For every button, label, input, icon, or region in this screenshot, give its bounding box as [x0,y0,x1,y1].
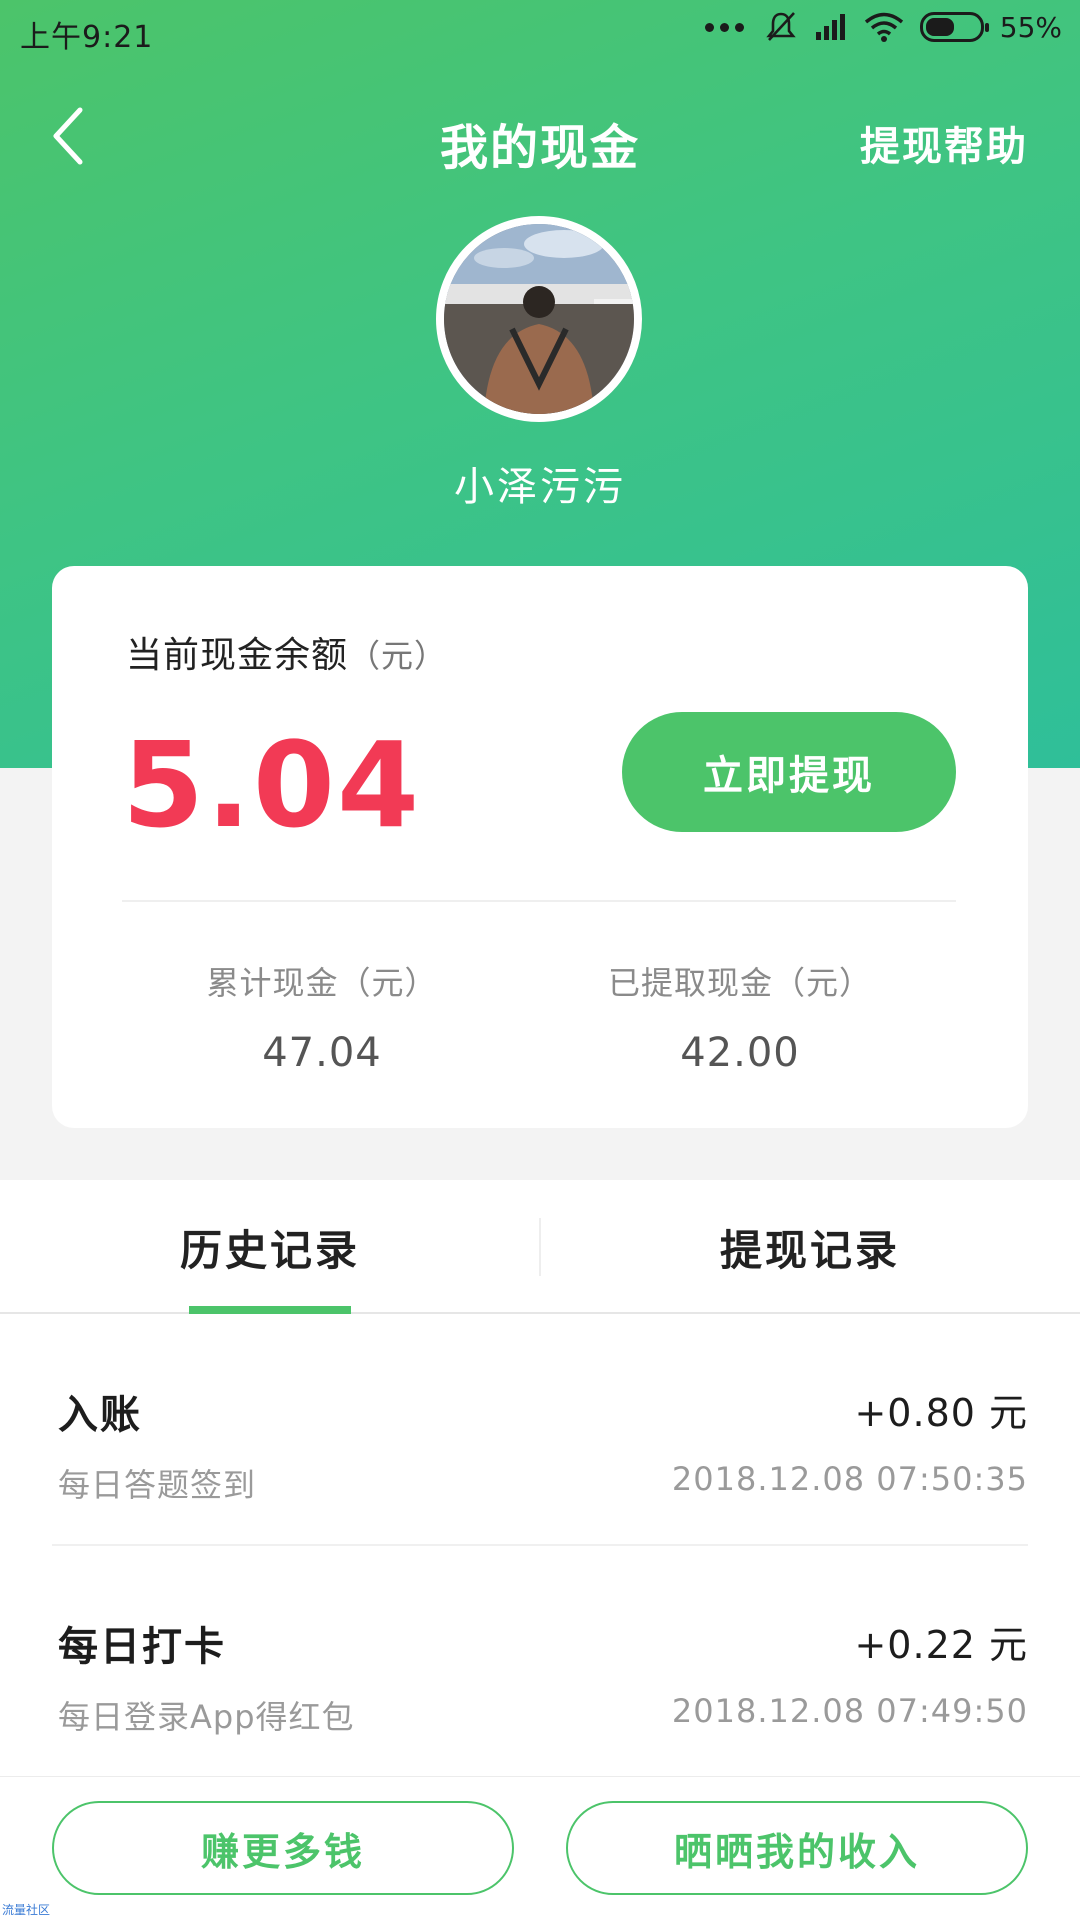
battery-icon [919,12,989,42]
balance-label-text: 当前现金余额 [126,635,349,676]
more-notifications-icon [704,22,744,32]
total-cash-stat: 累计现金（元） 47.04 [112,958,532,1076]
wifi-icon [864,12,903,42]
withdrawn-cash-value: 42.00 [680,1030,800,1076]
battery-percent: 55% [999,10,1062,44]
user-name: 小泽污污 [454,464,626,510]
record-tabs: 历史记录 提现记录 [0,1180,1080,1314]
record-amount: +0.80 元 [854,1391,1028,1435]
watermark: 流量社区 [2,1903,51,1917]
mute-bell-icon [766,12,796,41]
withdrawn-cash-label: 已提取现金（元） [607,964,872,1002]
balance-value: 5.04 [122,716,422,854]
records-list: 入账 +0.80 元 每日答题签到 2018.12.08 07:50:35 每日… [0,1314,1080,1776]
share-income-button[interactable]: 晒晒我的收入 [566,1801,1028,1895]
status-bar: 上午9:21 55% [0,0,1080,62]
active-tab-indicator [189,1306,351,1314]
withdraw-now-button[interactable]: 立即提现 [622,712,956,832]
record-time: 2018.12.08 07:49:50 [671,1692,1028,1730]
bottom-action-bar: 赚更多钱 晒晒我的收入 [0,1776,1080,1920]
nav-bar: 我的现金 提现帮助 [0,90,1080,180]
status-time: 上午9:21 [20,20,154,55]
total-cash-value: 47.04 [262,1030,382,1076]
list-item[interactable]: 入账 +0.80 元 每日答题签到 2018.12.08 07:50:35 [0,1314,1080,1546]
status-icons: 55% [704,10,1062,44]
avatar[interactable] [436,216,642,422]
record-amount: +0.22 元 [854,1623,1028,1667]
withdraw-help-link[interactable]: 提现帮助 [860,114,1028,172]
withdrawn-cash-stat: 已提取现金（元） 42.00 [530,958,950,1076]
tab-history[interactable]: 历史记录 [0,1180,540,1314]
record-time: 2018.12.08 07:50:35 [671,1460,1028,1498]
avatar-photo [444,224,634,414]
list-item[interactable]: 每日打卡 +0.22 元 每日登录App得红包 2018.12.08 07:49… [0,1546,1080,1778]
earn-more-button[interactable]: 赚更多钱 [52,1801,514,1895]
tab-withdraw-records[interactable]: 提现记录 [540,1180,1080,1314]
balance-label: 当前现金余额（元） [126,626,447,678]
card-divider [122,900,956,902]
balance-unit: （元） [348,637,448,675]
record-title: 入账 [58,1392,142,1438]
signal-icon [815,14,845,40]
record-title: 每日打卡 [58,1624,226,1670]
total-cash-label: 累计现金（元） [206,964,438,1002]
record-description: 每日答题签到 [58,1466,257,1504]
record-description: 每日登录App得红包 [58,1698,355,1736]
balance-card: 当前现金余额（元） 5.04 立即提现 累计现金（元） 47.04 已提取现金（… [52,566,1028,1128]
